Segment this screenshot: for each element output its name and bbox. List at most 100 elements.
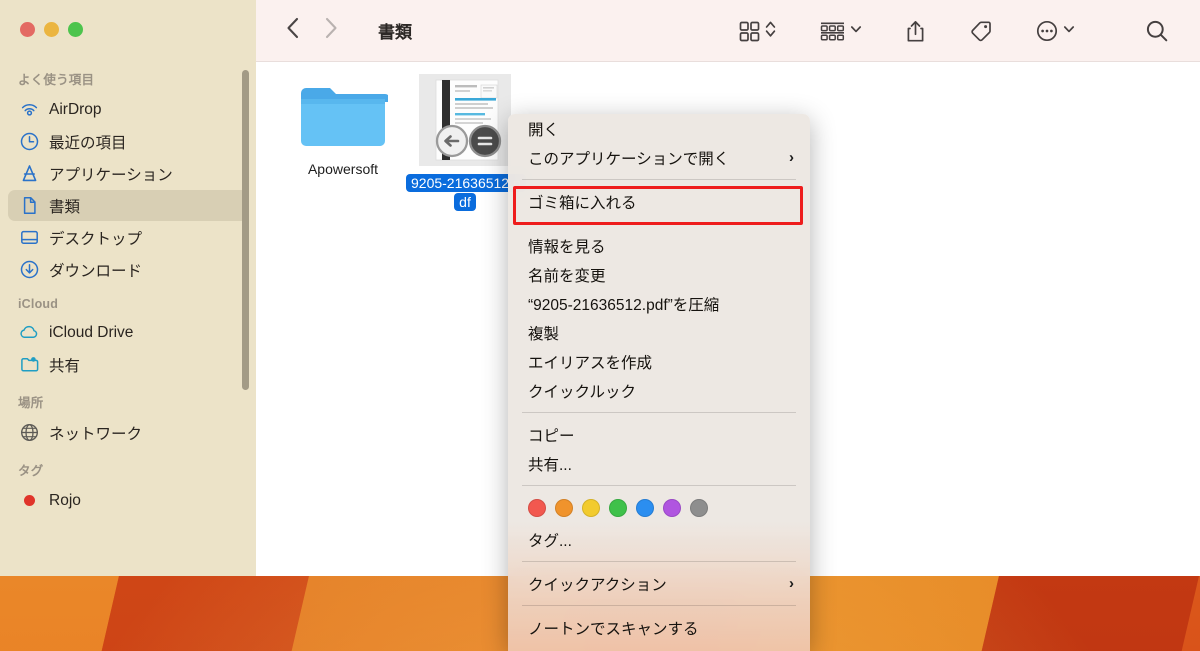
- finder-toolbar: 書類: [256, 0, 1200, 62]
- sidebar-item-label: 共有: [49, 357, 81, 375]
- sidebar-item-iCloud Drive[interactable]: iCloud Drive: [8, 317, 248, 348]
- sidebar-item-最近の項目[interactable]: 最近の項目: [8, 126, 248, 157]
- file-name-label: 9205-21636512.pdf: [406, 174, 526, 212]
- tag-swatch-purple[interactable]: [663, 499, 681, 517]
- menu-item-label: クイックルック: [528, 383, 637, 401]
- sidebar-group-title: iCloud: [18, 297, 59, 311]
- sidebar-item-label: AirDrop: [49, 100, 102, 118]
- red-tag-icon: [18, 491, 40, 511]
- icon-view-button[interactable]: [730, 12, 785, 50]
- menu-item-label: 名前を変更: [528, 267, 606, 285]
- menu-item-label: ノートンでスキャンする: [528, 620, 699, 638]
- back-button[interactable]: [286, 17, 299, 44]
- close-button[interactable]: [20, 22, 35, 37]
- submenu-arrow-icon: ›: [789, 575, 794, 592]
- minimize-button[interactable]: [44, 22, 59, 37]
- document-icon: [18, 196, 40, 216]
- menu-item-label: このアプリケーションで開く: [528, 150, 730, 168]
- sidebar-item-label: 書類: [49, 198, 81, 216]
- sidebar-item-label: 最近の項目: [49, 134, 127, 152]
- sidebar-item-AirDrop[interactable]: AirDrop: [8, 94, 248, 125]
- menu-item[interactable]: タグ...: [508, 525, 810, 554]
- menu-separator: [522, 179, 796, 180]
- desktop-icon: [18, 228, 40, 248]
- sidebar-item-書類[interactable]: 書類: [8, 190, 248, 221]
- sidebar-item-label: ネットワーク: [49, 425, 143, 443]
- sidebar-item-label: ダウンロード: [49, 262, 143, 280]
- menu-item[interactable]: 複製: [508, 318, 810, 347]
- menu-item-label: 複製: [528, 325, 560, 343]
- menu-item-label: タグ...: [528, 532, 572, 550]
- menu-item[interactable]: 開く: [508, 114, 810, 143]
- tag-color-swatches[interactable]: [508, 493, 810, 525]
- sidebar-item-Rojo[interactable]: Rojo: [8, 485, 248, 516]
- menu-separator: [522, 412, 796, 413]
- menu-item[interactable]: “9205-21636512.pdf”を圧縮: [508, 289, 810, 318]
- sidebar-item-ダウンロード[interactable]: ダウンロード: [8, 254, 248, 285]
- tag-swatch-gray[interactable]: [690, 499, 708, 517]
- sidebar-scroll-area[interactable]: よく使う項目 AirDrop 最近の項目アプリケーション 書類デスクトップ ダウンロード…: [0, 58, 256, 576]
- tag-swatch-yellow[interactable]: [582, 499, 600, 517]
- search-button[interactable]: [1136, 12, 1178, 50]
- sidebar-item-label: iCloud Drive: [49, 323, 134, 341]
- sidebar-group-title: よく使う項目: [18, 73, 95, 87]
- menu-item-label: 共有...: [528, 456, 572, 474]
- navigation-buttons: [286, 17, 338, 44]
- sidebar-group-title: 場所: [18, 396, 44, 410]
- file-item-folder[interactable]: Apowersoft: [284, 74, 402, 179]
- downloads-icon: [18, 260, 40, 280]
- finder-sidebar: よく使う項目 AirDrop 最近の項目アプリケーション 書類デスクトップ ダウンロード…: [0, 0, 256, 576]
- sidebar-item-label: Rojo: [49, 491, 81, 509]
- sidebar-item-アプリケーション[interactable]: アプリケーション: [8, 158, 248, 189]
- highlight-annotation-box: [513, 186, 803, 225]
- submenu-arrow-icon: ›: [789, 149, 794, 166]
- sidebar-item-label: デスクトップ: [49, 230, 143, 248]
- menu-item-label: 開く: [528, 121, 560, 139]
- tag-swatch-blue[interactable]: [636, 499, 654, 517]
- menu-item[interactable]: このアプリケーションで開く ›: [508, 143, 810, 172]
- folder-icon: [298, 80, 390, 152]
- tag-swatch-green[interactable]: [609, 499, 627, 517]
- zoom-button[interactable]: [68, 22, 83, 37]
- menu-item-label: “9205-21636512.pdf”を圧縮: [528, 296, 720, 314]
- page-title: 書類: [378, 23, 412, 42]
- pdf-thumbnail: [419, 74, 511, 166]
- menu-item[interactable]: 共有...: [508, 449, 810, 478]
- tag-swatch-orange[interactable]: [555, 499, 573, 517]
- toolbar-actions: [730, 12, 1178, 50]
- menu-separator: [522, 561, 796, 562]
- file-name-label: Apowersoft: [307, 161, 379, 177]
- sidebar-item-デスクトップ[interactable]: デスクトップ: [8, 222, 248, 253]
- menu-item[interactable]: 名前を変更: [508, 260, 810, 289]
- menu-item[interactable]: ノートンでスキャンする: [508, 613, 810, 642]
- shared-folder-icon: [18, 355, 40, 375]
- menu-item[interactable]: クイックアクション ›: [508, 569, 810, 598]
- menu-item[interactable]: 情報を見る: [508, 231, 810, 260]
- menu-item-label: エイリアスを作成: [528, 354, 653, 372]
- context-menu[interactable]: 開く このアプリケーションで開く › ゴミ箱に入れる 情報を見る 名前を変更 “9205-2…: [508, 114, 810, 651]
- forward-button[interactable]: [325, 17, 338, 44]
- menu-separator: [522, 485, 796, 486]
- tag-swatch-red[interactable]: [528, 499, 546, 517]
- globe-icon: [18, 423, 40, 443]
- more-actions-button[interactable]: [1027, 12, 1084, 50]
- sidebar-item-label: アプリケーション: [49, 166, 173, 184]
- menu-item-label: 情報を見る: [528, 238, 606, 256]
- tag-button[interactable]: [960, 12, 1001, 50]
- menu-item[interactable]: コピー: [508, 420, 810, 449]
- cloud-icon: [18, 323, 40, 343]
- sidebar-scrollbar[interactable]: [242, 70, 249, 390]
- file-item-pdf[interactable]: 9205-21636512.pdf: [406, 74, 526, 212]
- updown-chevron-icon: [765, 19, 776, 44]
- sidebar-group-title: タグ: [18, 464, 44, 478]
- airdrop-icon: [18, 100, 40, 120]
- sidebar-item-ネットワーク[interactable]: ネットワーク: [8, 417, 248, 448]
- share-button[interactable]: [897, 12, 934, 50]
- sidebar-item-共有[interactable]: 共有: [8, 349, 248, 380]
- chevron-down-icon: [850, 22, 862, 40]
- menu-item[interactable]: クイックルック: [508, 376, 810, 405]
- group-by-button[interactable]: [811, 12, 871, 50]
- applications-icon: [18, 164, 40, 184]
- window-controls: [20, 22, 83, 37]
- menu-item[interactable]: エイリアスを作成: [508, 347, 810, 376]
